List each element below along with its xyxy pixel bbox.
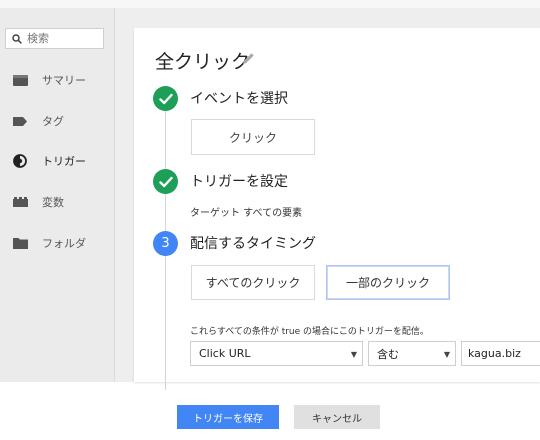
event-type-button[interactable]: クリック <box>191 119 315 155</box>
top-bar <box>0 0 540 8</box>
sidebar-item-triggers[interactable]: トリガー <box>0 146 114 176</box>
pencil-icon[interactable] <box>242 52 255 65</box>
folder-icon <box>12 235 28 251</box>
step-2-title: トリガーを設定 <box>190 174 288 190</box>
dropdown-arrow-icon: ▼ <box>350 350 357 359</box>
sidebar-item-label: サマリー <box>42 74 86 87</box>
search-input[interactable] <box>22 32 97 45</box>
some-clicks-option[interactable]: 一部のクリック <box>326 265 450 300</box>
cancel-button[interactable]: キャンセル <box>294 405 380 429</box>
sidebar-item-label: トリガー <box>42 155 86 168</box>
search-box[interactable] <box>5 28 104 49</box>
operator-select[interactable]: 含む ▼ <box>368 341 456 366</box>
page: サマリー タグ トリガー 変数 フォルダ 全 <box>0 0 540 440</box>
sidebar-item-summary[interactable]: サマリー <box>0 65 114 95</box>
sidebar-item-label: タグ <box>42 115 64 128</box>
target-summary: ターゲット すべての要素 <box>190 208 303 219</box>
step-2-complete <box>153 169 178 194</box>
step-3-number: 3 <box>153 231 178 256</box>
page-title: 全クリック <box>155 51 251 73</box>
operator-select-value: 含む <box>377 347 399 361</box>
check-icon <box>158 176 173 187</box>
summary-icon <box>12 72 28 88</box>
sidebar-item-label: 変数 <box>42 196 64 209</box>
sidebar-item-variables[interactable]: 変数 <box>0 187 114 217</box>
sidebar-item-folders[interactable]: フォルダ <box>0 228 114 258</box>
sidebar-item-label: フォルダ <box>42 237 86 250</box>
sidebar-item-tags[interactable]: タグ <box>0 106 114 136</box>
variables-icon <box>12 194 28 210</box>
variable-select[interactable]: Click URL ▼ <box>190 341 363 366</box>
save-trigger-button[interactable]: トリガーを保存 <box>177 405 279 429</box>
all-clicks-option[interactable]: すべてのクリック <box>191 265 315 300</box>
variable-select-value: Click URL <box>199 347 251 360</box>
condition-description: これらすべての条件が true の場合にこのトリガーを配信。 <box>190 327 429 337</box>
sidebar: サマリー タグ トリガー 変数 フォルダ <box>0 8 115 382</box>
step-1-title: イベントを選択 <box>190 91 288 107</box>
tag-icon <box>12 113 28 129</box>
trigger-icon <box>12 153 28 169</box>
step-3-title: 配信するタイミング <box>190 236 316 252</box>
dropdown-arrow-icon: ▼ <box>443 350 450 359</box>
check-icon <box>158 93 173 104</box>
step-1-complete <box>153 86 178 111</box>
search-icon <box>12 33 22 44</box>
condition-value-input[interactable] <box>461 341 540 366</box>
